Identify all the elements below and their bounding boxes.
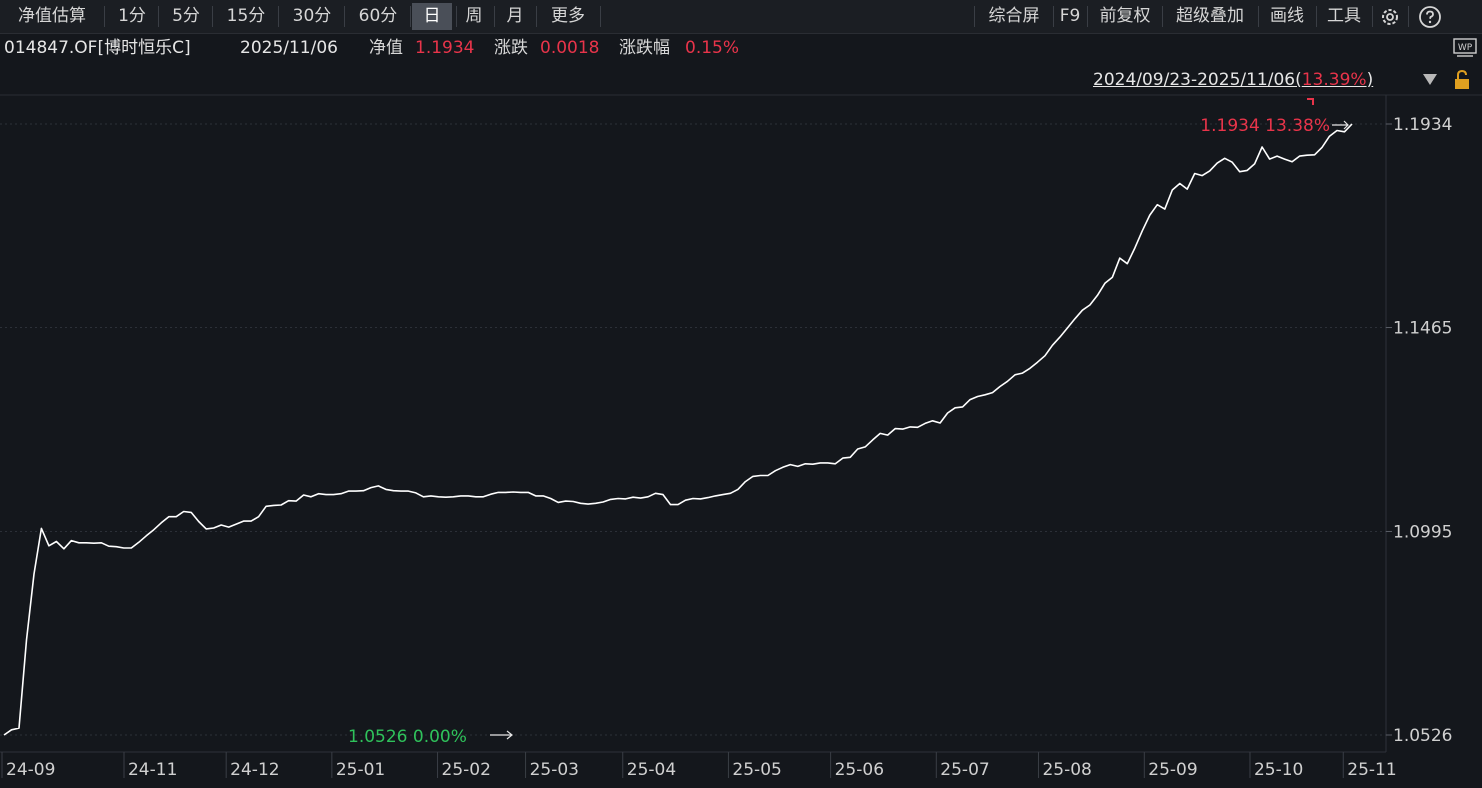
x-tick-label: 24-11: [128, 760, 177, 780]
min-value-label: 1.0526 0.00%: [348, 727, 467, 747]
y-axis-ticks: 1.1934 1.1465 1.0995 1.0526: [1386, 115, 1452, 746]
y-tick-label: 1.1934: [1393, 115, 1452, 135]
x-tick-label: 25-08: [1042, 760, 1091, 780]
max-pointer-arrow-icon: [1332, 120, 1349, 130]
max-value-label: 1.1934 13.38%: [1200, 116, 1330, 136]
max-marker-icon: [1307, 98, 1314, 105]
x-tick-label: 25-05: [732, 760, 781, 780]
min-pointer-arrow-icon: [490, 730, 513, 740]
x-tick-label: 24-12: [230, 760, 279, 780]
x-tick-label: 25-01: [336, 760, 385, 780]
x-tick-label: 25-06: [835, 760, 884, 780]
y-tick-label: 1.1465: [1393, 319, 1452, 339]
x-tick-label: 25-11: [1347, 760, 1396, 780]
x-tick-label: 25-04: [627, 760, 676, 780]
grid-lines: [0, 123, 1386, 736]
x-tick-label: 24-09: [6, 760, 55, 780]
nav-line-chart: 24-09 24-11 24-12 25-01 25-02 25-03 25-04 25-05…: [0, 94, 1482, 780]
x-tick-label: 25-03: [530, 760, 579, 780]
nav-series-line: [3, 123, 1353, 736]
x-tick-label: 25-10: [1254, 760, 1303, 780]
x-tick-label: 25-02: [442, 760, 491, 780]
x-tick-label: 25-07: [940, 760, 989, 780]
y-tick-label: 1.0526: [1393, 726, 1452, 746]
y-tick-label: 1.0995: [1393, 522, 1452, 542]
x-axis-ticks: 24-09 24-11 24-12 25-01 25-02 25-03 25-04 25-05…: [1, 752, 1397, 780]
x-tick-label: 25-09: [1148, 760, 1197, 780]
extreme-annotations: 1.1934 13.38% 1.0526 0.00%: [348, 98, 1349, 747]
